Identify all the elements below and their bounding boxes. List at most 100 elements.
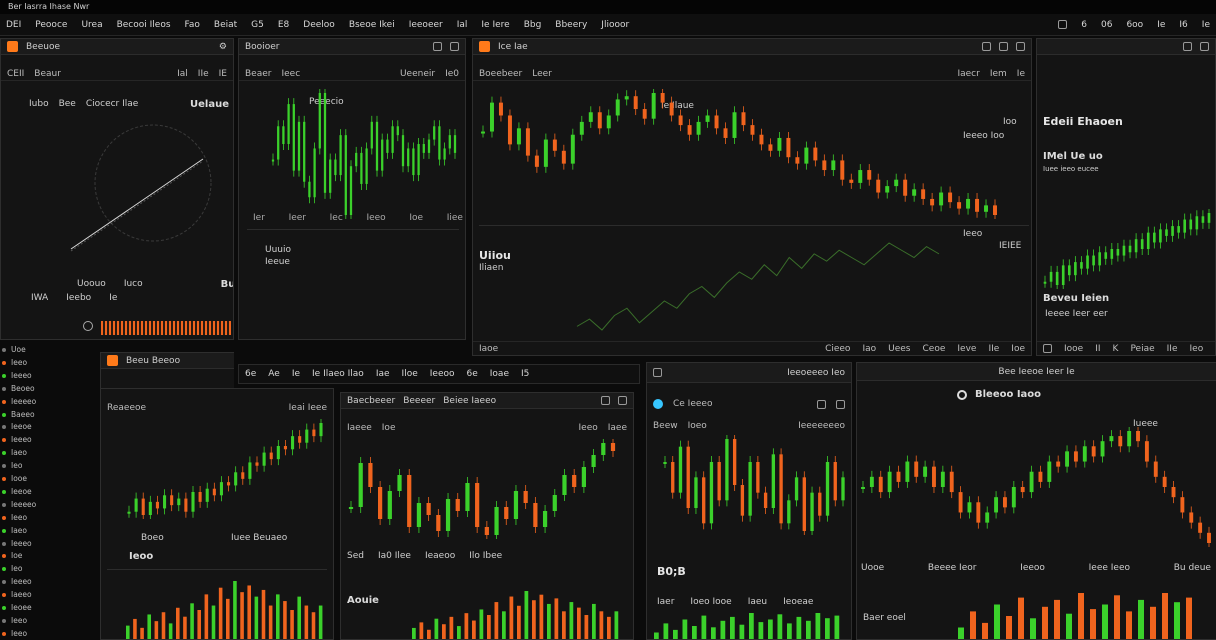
toolbar-item[interactable]: E8 bbox=[278, 20, 289, 30]
toolbar-item[interactable]: Bbg bbox=[524, 20, 542, 30]
sub-item[interactable]: Ieeo bbox=[579, 423, 598, 433]
mid-tool[interactable]: I5 bbox=[521, 369, 529, 379]
watchlist-item[interactable]: Ieeo bbox=[2, 615, 98, 627]
sub-item[interactable]: IE bbox=[219, 69, 227, 79]
toolbar-item[interactable]: Urea bbox=[81, 20, 102, 30]
watchlist-item[interactable]: Ieeo bbox=[2, 357, 98, 369]
close-icon[interactable] bbox=[836, 399, 845, 409]
sub-item[interactable]: IIe bbox=[198, 69, 209, 79]
toolbar-right-item[interactable]: Ie bbox=[1157, 20, 1165, 30]
toolbar-right-item[interactable]: I6 bbox=[1179, 20, 1187, 30]
sub-item[interactable]: Ial bbox=[177, 69, 188, 79]
sub-item[interactable]: Iaecr bbox=[957, 69, 979, 79]
toolbar-item[interactable]: G5 bbox=[251, 20, 264, 30]
watchlist-item[interactable]: Ieeeo bbox=[2, 576, 98, 588]
sub-item[interactable]: Beaer bbox=[245, 69, 271, 79]
close-icon[interactable] bbox=[1200, 42, 1209, 51]
watchlist-item[interactable]: Ieeeo bbox=[2, 434, 98, 446]
watchlist-item[interactable]: Iaeeo bbox=[2, 589, 98, 601]
sub-item[interactable]: Ioeo bbox=[688, 421, 707, 431]
watchlist-item[interactable]: Ieeeeo bbox=[2, 396, 98, 408]
footer-item[interactable]: Iao bbox=[862, 344, 876, 354]
grid-icon[interactable] bbox=[1043, 344, 1052, 353]
footer-item[interactable]: Ceoe bbox=[923, 344, 946, 354]
sub-item[interactable]: Iaee bbox=[608, 423, 627, 433]
toolbar-item[interactable]: Ial bbox=[457, 20, 468, 30]
watchlist-item[interactable]: Ioe bbox=[2, 550, 98, 562]
mid-tool[interactable]: Ie bbox=[292, 369, 300, 379]
footer-item[interactable]: Ioe bbox=[1011, 344, 1025, 354]
watchlist-item[interactable]: Ieeoe bbox=[2, 486, 98, 498]
sub-item[interactable]: Leer bbox=[532, 69, 552, 79]
sub-item[interactable]: Beeeer bbox=[403, 396, 435, 406]
settings-icon[interactable] bbox=[1183, 42, 1192, 51]
footer-item[interactable]: II bbox=[1095, 344, 1100, 354]
watchlist-item[interactable]: Ieeo bbox=[2, 512, 98, 524]
toolbar-right-item[interactable]: 6 bbox=[1081, 20, 1087, 30]
close-icon[interactable] bbox=[618, 396, 627, 405]
toolbar-item[interactable]: Fao bbox=[185, 20, 200, 30]
settings-icon[interactable] bbox=[817, 399, 826, 409]
sub-item[interactable]: CEII bbox=[7, 69, 24, 79]
sub-item[interactable]: Beiee Iaeeo bbox=[443, 396, 496, 406]
mid-tool[interactable]: 6e bbox=[467, 369, 478, 379]
close-icon[interactable] bbox=[1016, 42, 1025, 51]
toolbar-item[interactable]: Ieeoeer bbox=[409, 20, 443, 30]
watchlist-item[interactable]: Ieeo bbox=[2, 628, 98, 640]
watchlist-item[interactable]: Baeeo bbox=[2, 409, 98, 421]
toolbar-right-item[interactable]: Ie bbox=[1202, 20, 1210, 30]
mid-tool[interactable]: Ioae bbox=[490, 369, 509, 379]
watchlist-item[interactable]: Ieeoe bbox=[2, 421, 98, 433]
toolbar-right-item[interactable]: 6oo bbox=[1126, 20, 1143, 30]
expand-icon[interactable] bbox=[433, 42, 442, 51]
sub-item[interactable]: Iem bbox=[990, 69, 1007, 79]
sub-item[interactable]: Ieec bbox=[281, 69, 300, 79]
layout-icon[interactable] bbox=[982, 42, 991, 51]
mid-tool[interactable]: Iloe bbox=[402, 369, 418, 379]
watchlist-item[interactable]: Ieeeeo bbox=[2, 499, 98, 511]
toolbar-item[interactable]: Jliooor bbox=[601, 20, 629, 30]
sub-item[interactable]: Ueeneir bbox=[400, 69, 435, 79]
watchlist-item[interactable]: Ieo bbox=[2, 460, 98, 472]
watchlist-item[interactable]: Iaeo bbox=[2, 447, 98, 459]
sub-item[interactable]: Beaur bbox=[34, 69, 61, 79]
close-icon[interactable] bbox=[450, 42, 459, 51]
sub-item[interactable]: Ie0 bbox=[445, 69, 459, 79]
window-icon[interactable] bbox=[1058, 20, 1068, 29]
settings-icon[interactable] bbox=[999, 42, 1008, 51]
mid-tool[interactable]: Iae bbox=[376, 369, 390, 379]
footer-item[interactable]: IIe bbox=[1167, 344, 1178, 354]
sub-item[interactable]: Ieeeeeeeo bbox=[798, 421, 845, 431]
toolbar-right-item[interactable]: 06 bbox=[1101, 20, 1112, 30]
mid-tool[interactable]: Ie Ilaeo Ilao bbox=[312, 369, 364, 379]
watchlist-item[interactable]: Ieeeo bbox=[2, 370, 98, 382]
window-icon[interactable] bbox=[653, 368, 662, 377]
sub-item[interactable]: Ioe bbox=[382, 423, 396, 433]
record-icon[interactable] bbox=[83, 321, 93, 331]
footer-item[interactable]: Ieo bbox=[1190, 344, 1204, 354]
settings-icon[interactable]: ⚙ bbox=[219, 42, 227, 52]
toolbar-item[interactable]: Beiat bbox=[214, 20, 237, 30]
mid-tool[interactable]: Ae bbox=[268, 369, 280, 379]
sub-item[interactable]: Boeebeer bbox=[479, 69, 522, 79]
sub-item[interactable]: Ie bbox=[1017, 69, 1025, 79]
watchlist-item[interactable]: Beoeo bbox=[2, 383, 98, 395]
footer-item[interactable]: Ieve bbox=[957, 344, 976, 354]
toolbar-item[interactable]: Becooi Ileos bbox=[117, 20, 171, 30]
mid-tool[interactable]: Ieeoo bbox=[430, 369, 455, 379]
footer-item[interactable]: Iaoe bbox=[479, 344, 498, 354]
watchlist-item[interactable]: Ieo bbox=[2, 563, 98, 575]
watchlist-item[interactable]: Iooe bbox=[2, 473, 98, 485]
toolbar-item[interactable]: Peooce bbox=[35, 20, 67, 30]
watchlist-item[interactable]: Iaeo bbox=[2, 525, 98, 537]
footer-item[interactable]: Iooe bbox=[1064, 344, 1083, 354]
toolbar-item[interactable]: DEI bbox=[6, 20, 21, 30]
footer-item[interactable]: Cieeo bbox=[825, 344, 850, 354]
toolbar-item[interactable]: Bseoe Ikei bbox=[349, 20, 395, 30]
mid-tool[interactable]: 6e bbox=[245, 369, 256, 379]
watchlist-item[interactable]: Uoe bbox=[2, 344, 98, 356]
footer-item[interactable]: IIe bbox=[988, 344, 999, 354]
toolbar-item[interactable]: Deeloo bbox=[303, 20, 335, 30]
toolbar-item[interactable]: Bbeery bbox=[555, 20, 587, 30]
watchlist-item[interactable]: Ieoee bbox=[2, 602, 98, 614]
